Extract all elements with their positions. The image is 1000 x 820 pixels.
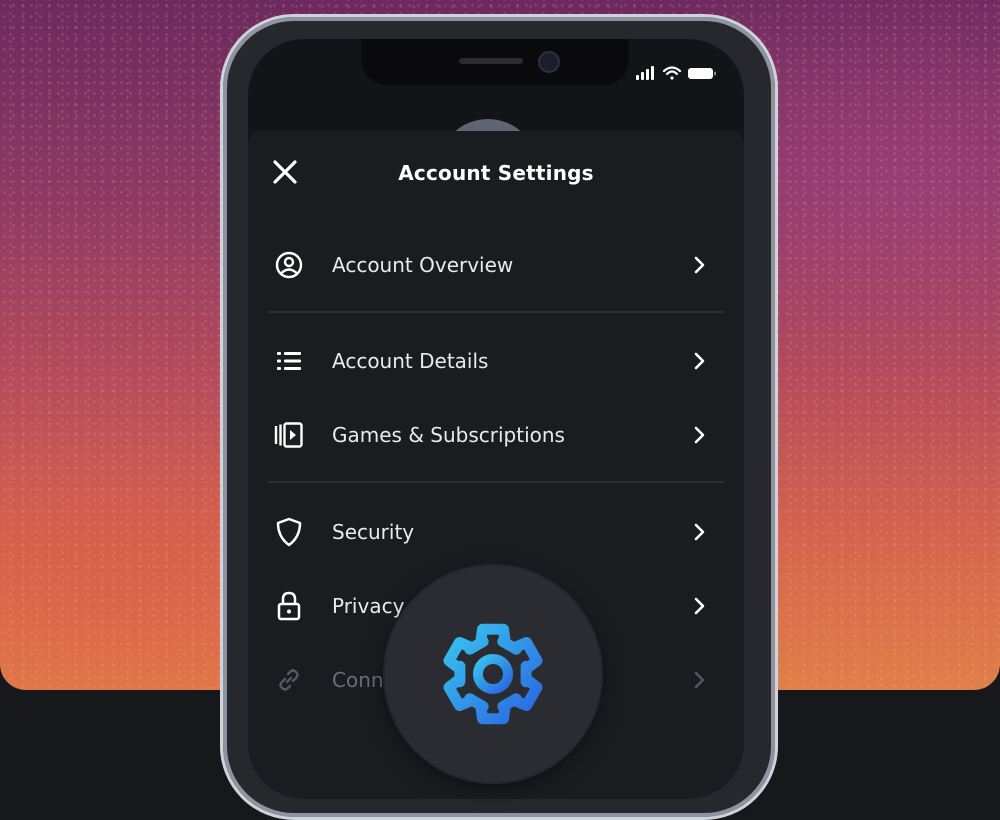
chevron-right-icon <box>688 253 712 277</box>
menu-item-label: Games & Subscriptions <box>332 423 565 447</box>
front-camera <box>538 51 560 73</box>
page-title: Account Settings <box>398 161 594 185</box>
chevron-right-icon <box>688 668 712 692</box>
menu-item-security[interactable]: Security <box>268 504 724 560</box>
phone-notch <box>361 39 629 85</box>
settings-badge <box>385 566 601 782</box>
menu-item-account-details[interactable]: Account Details <box>268 333 724 389</box>
battery-icon <box>688 68 716 79</box>
gear-outline <box>443 623 543 725</box>
chevron-right-icon <box>688 520 712 544</box>
chevron-right-icon <box>688 349 712 373</box>
chevron-right-icon <box>688 423 712 447</box>
menu-item-account-overview[interactable]: Account Overview <box>268 237 724 293</box>
media-library-icon <box>272 418 306 452</box>
shield-icon <box>272 515 306 549</box>
lock-icon <box>272 589 306 623</box>
chevron-right-icon <box>688 594 712 618</box>
section-divider <box>268 481 724 483</box>
menu-item-label: Security <box>332 520 415 544</box>
section-divider <box>268 311 724 313</box>
wifi-icon <box>662 66 682 80</box>
gear-icon <box>443 623 543 725</box>
user-circle-icon <box>272 248 306 282</box>
signal-icon <box>636 66 654 80</box>
menu-item-label: Account Overview <box>332 253 514 277</box>
list-icon <box>272 344 306 378</box>
link-icon <box>272 663 306 697</box>
status-bar-icons <box>636 63 726 83</box>
speaker-grille <box>459 58 523 64</box>
menu-item-label: Account Details <box>332 349 489 373</box>
menu-item-games-subscriptions[interactable]: Games & Subscriptions <box>268 407 724 463</box>
